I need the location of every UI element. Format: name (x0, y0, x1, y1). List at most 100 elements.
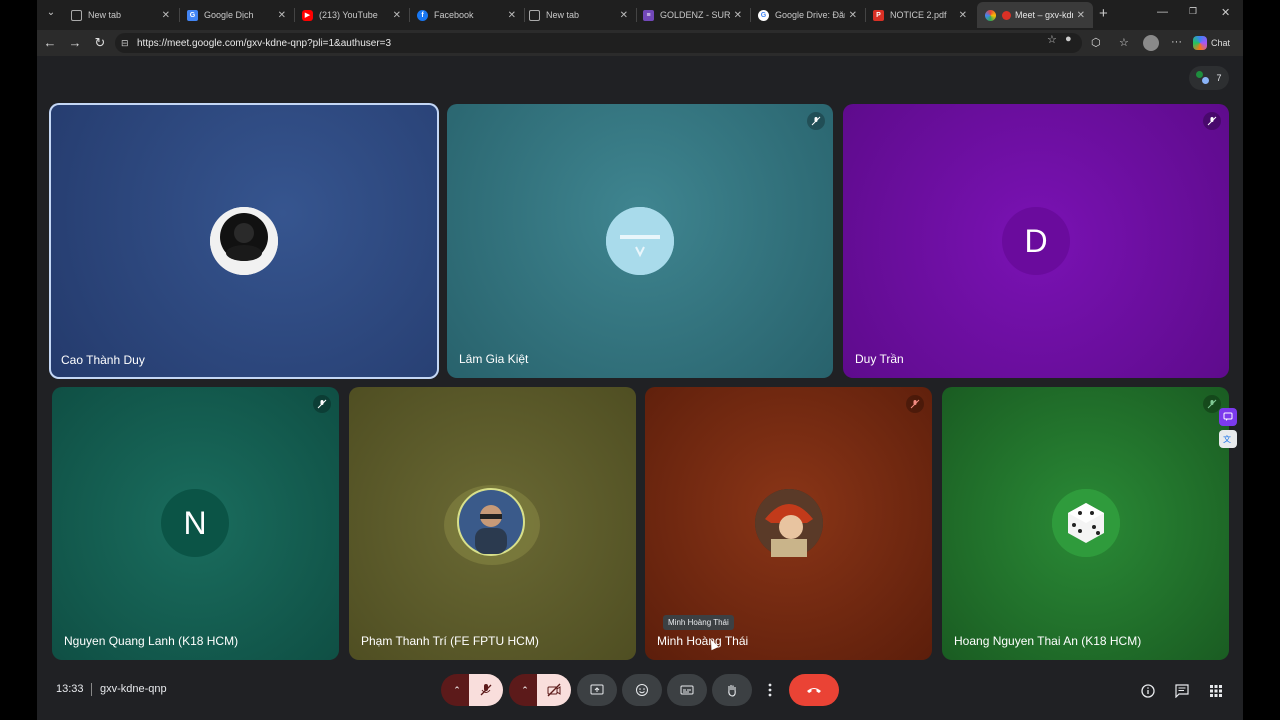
translate-icon[interactable]: 文 (1219, 430, 1237, 448)
avatar: D (1002, 207, 1070, 275)
copilot-button[interactable]: Chat (1193, 34, 1230, 52)
address-bar[interactable]: ⊟ https://meet.google.com/gxv-kdne-qnp?p… (115, 33, 1082, 53)
back-button[interactable]: ← (41, 34, 59, 52)
avatar (457, 488, 525, 556)
tab-label: Google Dịch (204, 10, 254, 20)
participant-name: Phạm Thanh Trí (FE FPTU HCM) (361, 634, 539, 648)
reload-button[interactable]: ↻ (91, 34, 109, 52)
tab-label: New tab (546, 10, 580, 20)
close-icon[interactable]: ✕ (508, 10, 516, 21)
feedback-icon[interactable] (1219, 408, 1237, 426)
tab-notice-pdf[interactable]: P NOTICE 2.pdf ✕ (865, 2, 975, 28)
meet-stage: 7 Cao Thành Duy Lâm Gia Kiệt D Duy Trần (37, 56, 1243, 720)
tab-label: (213) YouTube (319, 10, 378, 20)
present-screen-icon (590, 684, 604, 695)
avatar (606, 207, 674, 275)
participant-tile[interactable]: Cao Thành Duy (49, 103, 439, 379)
microphone-icon[interactable]: ● (1065, 33, 1072, 45)
participant-tile[interactable]: Phạm Thanh Trí (FE FPTU HCM) (349, 387, 636, 660)
mic-off-icon (807, 112, 825, 130)
avatar (1052, 489, 1120, 557)
camera-toggle-button[interactable] (537, 674, 571, 706)
participant-tile[interactable]: D Duy Trần (843, 104, 1229, 378)
profile-avatar[interactable] (1143, 35, 1159, 51)
mic-off-icon (480, 684, 492, 696)
tab-label: Google Drive: Đăng (775, 10, 845, 20)
meeting-details-button[interactable] (1141, 684, 1155, 698)
tab-label: Meet – gxv-kdn (1015, 10, 1073, 20)
tab-goldenz-survey[interactable]: ≡ GOLDENZ - SURVE ✕ (635, 2, 750, 28)
tab-search-button[interactable]: ⌄ (43, 7, 59, 23)
participant-name: Cao Thành Duy (61, 353, 145, 367)
tab-new-tab-2[interactable]: New tab ✕ (521, 2, 636, 28)
captions-button[interactable] (667, 674, 707, 706)
tab-google-translate[interactable]: G Google Dịch ✕ (179, 2, 294, 28)
leave-call-button[interactable] (789, 674, 839, 706)
participant-tile[interactable]: N Nguyen Quang Lanh (K18 HCM) (52, 387, 339, 660)
close-icon[interactable]: ✕ (849, 10, 857, 21)
name-tooltip: Minh Hoàng Thái (663, 615, 734, 630)
tab-label: GOLDENZ - SURVE (660, 10, 730, 20)
new-tab-button[interactable]: + (1099, 5, 1108, 22)
divider (91, 683, 92, 696)
avatar (755, 489, 823, 557)
forms-icon: ≡ (643, 9, 654, 21)
close-icon[interactable]: ✕ (393, 10, 401, 21)
participant-count: 7 (1216, 73, 1222, 83)
more-options-button[interactable] (760, 674, 780, 706)
site-info-icon[interactable]: ⊟ (121, 38, 135, 49)
chat-button[interactable] (1175, 684, 1189, 698)
page-icon (529, 9, 540, 21)
more-vert-icon (768, 683, 772, 697)
reactions-button[interactable] (622, 674, 662, 706)
mic-off-icon (313, 395, 331, 413)
tab-google-meet[interactable]: Meet – gxv-kdn ✕ (977, 2, 1093, 28)
close-icon[interactable]: ✕ (734, 10, 742, 21)
raise-hand-button[interactable] (712, 674, 752, 706)
meet-icon (985, 9, 996, 21)
participants-button[interactable]: 7 (1189, 66, 1229, 90)
participant-name: Nguyen Quang Lanh (K18 HCM) (64, 634, 239, 648)
participant-name: Lâm Gia Kiệt (459, 352, 529, 366)
tab-google-drive[interactable]: G Google Drive: Đăng ✕ (750, 2, 865, 28)
meeting-time: 13:33 (56, 683, 84, 695)
page-icon (71, 9, 82, 21)
favorites-icon[interactable]: ☆ (1119, 36, 1129, 49)
close-icon[interactable]: ✕ (278, 10, 286, 21)
activities-button[interactable] (1209, 684, 1223, 698)
menu-icon[interactable]: ··· (1171, 36, 1182, 48)
participant-name: Minh Hoàng Thái (657, 634, 749, 648)
close-icon[interactable]: ✕ (959, 10, 967, 21)
tab-new-tab-1[interactable]: New tab ✕ (63, 2, 178, 28)
tab-youtube[interactable]: ▶ (213) YouTube ✕ (294, 2, 409, 28)
restore-button[interactable]: ❐ (1189, 6, 1197, 17)
close-icon[interactable]: ✕ (162, 10, 170, 21)
participant-tile[interactable]: Hoang Nguyen Thai An (K18 HCM) (942, 387, 1229, 660)
forward-button[interactable]: → (66, 34, 84, 52)
mic-toggle-button[interactable] (469, 674, 503, 706)
tab-facebook[interactable]: f Facebook ✕ (409, 2, 524, 28)
control-bar: 13:33 gxv-kdne-qnp ⌃ ⌃ (37, 664, 1243, 720)
close-icon[interactable]: ✕ (620, 10, 628, 21)
close-icon[interactable]: ✕ (1077, 10, 1085, 21)
camera-off-icon (547, 683, 561, 697)
meeting-code: gxv-kdne-qnp (100, 683, 167, 695)
star-icon[interactable]: ☆ (1047, 33, 1057, 46)
tab-strip: ⌄ New tab ✕ G Google Dịch ✕ ▶ (213) YouT… (37, 0, 1243, 30)
participant-name: Duy Trần (855, 352, 904, 366)
youtube-icon: ▶ (302, 9, 313, 21)
present-button[interactable] (577, 674, 617, 706)
minimize-button[interactable]: — (1157, 6, 1168, 18)
captions-icon (680, 685, 694, 695)
apps-grid-icon (1210, 685, 1222, 697)
participant-tile[interactable]: Lâm Gia Kiệt (447, 104, 833, 378)
url-text: https://meet.google.com/gxv-kdne-qnp?pli… (137, 37, 392, 49)
info-icon (1141, 684, 1155, 698)
extensions-icon[interactable]: ⬡ (1091, 36, 1101, 49)
copilot-icon (1193, 36, 1207, 50)
google-icon: G (758, 9, 769, 21)
window-close-button[interactable]: ✕ (1221, 6, 1230, 19)
participant-name: Hoang Nguyen Thai An (K18 HCM) (954, 634, 1142, 648)
chat-icon (1175, 684, 1189, 698)
copilot-label: Chat (1211, 38, 1231, 48)
